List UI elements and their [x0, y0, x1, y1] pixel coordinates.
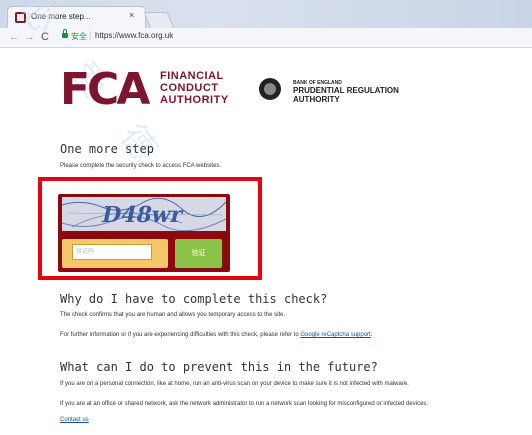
captcha-input-box — [62, 239, 168, 268]
fca-line2: CONDUCT — [160, 82, 219, 94]
address-bar[interactable]: https://www.fca.org.uk — [95, 31, 173, 40]
fca-name: FINANCIAL CONDUCT AUTHORITY — [160, 70, 229, 106]
captcha-input[interactable] — [72, 244, 152, 260]
url-separator: | — [89, 30, 92, 40]
contact-link[interactable]: Contact us — [60, 417, 89, 423]
why-heading: Why do I have to complete this check? — [60, 292, 328, 306]
tab-title: One more step... — [31, 12, 91, 21]
fca-letters: FCA — [60, 64, 150, 115]
office-text: If you are at an office or shared networ… — [60, 401, 429, 407]
back-icon[interactable]: ← — [9, 30, 20, 44]
fca-line1: FINANCIAL — [160, 70, 224, 82]
prevent-heading: What can I do to prevent this in the fut… — [60, 360, 378, 374]
pra-line1: PRUDENTIAL REGULATION — [293, 86, 399, 95]
fca-line3: AUTHORITY — [160, 94, 229, 106]
boe-crest-icon — [259, 78, 281, 100]
page-subtitle: Please complete the security check to ac… — [60, 163, 222, 169]
info-text: For further information or if you are ex… — [60, 332, 372, 338]
recaptcha-support-link[interactable]: Google reCaptcha support — [300, 332, 370, 338]
browser-tab[interactable]: One more step... × — [7, 6, 146, 29]
browser-chrome: One more step... × ← → C 安全 | https://ww… — [0, 0, 532, 48]
pra-line2: AUTHORITY — [293, 95, 340, 104]
captcha-text: D48wr — [99, 202, 185, 228]
pra-name: PRUDENTIAL REGULATION AUTHORITY — [293, 86, 399, 104]
fca-logo: FCA — [60, 64, 150, 115]
lock-icon — [62, 29, 68, 38]
why-text: The check confirms that you are human an… — [60, 312, 286, 318]
personal-text: If you are on a personal connection, lik… — [60, 381, 409, 387]
address-toolbar: ← → C 安全 | https://www.fca.org.uk — [0, 28, 532, 48]
info-text-end: . — [370, 332, 373, 338]
secure-label: 安全 — [71, 32, 87, 41]
reload-icon[interactable]: C — [41, 30, 49, 44]
new-tab-button[interactable] — [143, 12, 175, 29]
captcha-image: D48wr — [62, 197, 226, 231]
verify-button[interactable]: 验证 — [175, 239, 222, 268]
page-title: One more step — [60, 142, 154, 156]
tab-close-icon[interactable]: × — [129, 10, 134, 20]
info-text-body: For further information or if you are ex… — [60, 332, 301, 338]
forward-icon[interactable]: → — [24, 30, 35, 44]
favicon-icon — [15, 12, 26, 23]
